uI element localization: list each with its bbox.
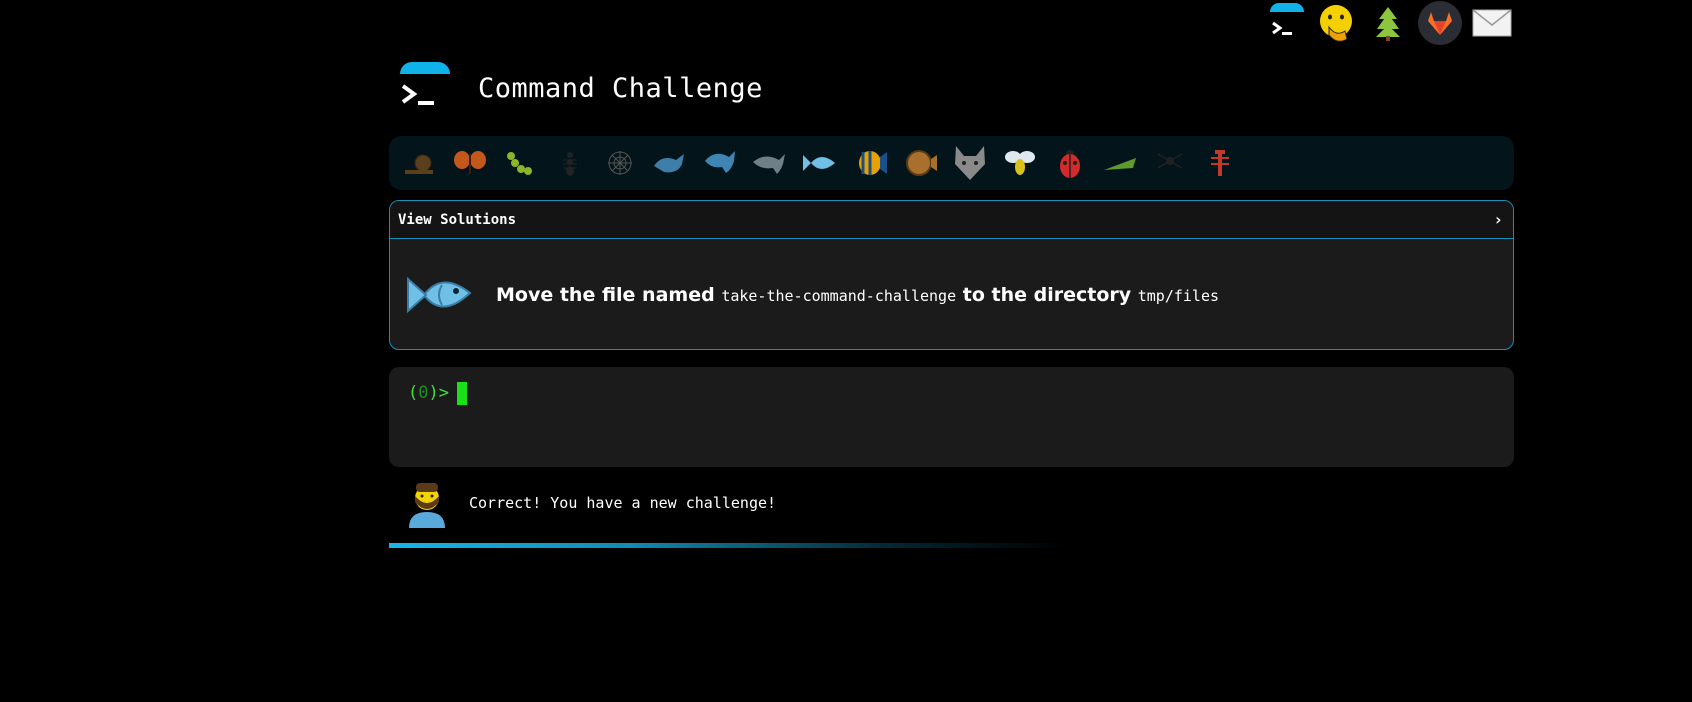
feedback-message: Correct! You have a new challenge! — [469, 494, 777, 512]
challenge-panel: View Solutions › Move the file named tak… — [389, 200, 1514, 350]
view-solutions-label: View Solutions — [398, 211, 517, 228]
chevron-right-icon: › — [1493, 210, 1503, 229]
prompt: (0)> — [408, 383, 449, 403]
top-nav — [1262, 0, 1514, 46]
terminal-cursor — [457, 382, 467, 405]
file-name-code: take-the-command-challenge — [721, 286, 957, 305]
fish-icon — [404, 265, 474, 325]
snail-icon[interactable] — [399, 142, 441, 184]
fish-icon[interactable] — [799, 142, 841, 184]
spider-web-icon[interactable] — [599, 142, 641, 184]
cricket-icon[interactable] — [1099, 142, 1141, 184]
envelope-icon[interactable] — [1470, 1, 1514, 45]
tropical-fish-icon[interactable] — [849, 142, 891, 184]
shark-icon[interactable] — [699, 142, 741, 184]
terminal-icon[interactable] — [1262, 1, 1306, 45]
page-header: Command Challenge — [396, 58, 763, 118]
wolf-icon[interactable] — [949, 142, 991, 184]
dolphin-icon[interactable] — [749, 142, 791, 184]
caterpillar-icon[interactable] — [499, 142, 541, 184]
view-solutions-toggle[interactable]: View Solutions › — [390, 201, 1513, 239]
terminal-input[interactable]: (0)> — [389, 367, 1514, 467]
ladybug-icon[interactable] — [1049, 142, 1091, 184]
spider-icon[interactable] — [1149, 142, 1191, 184]
blowfish-icon[interactable] — [899, 142, 941, 184]
page-title: Command Challenge — [478, 72, 763, 104]
avatar — [409, 483, 445, 528]
prompt-number: 0 — [418, 383, 429, 403]
logo-icon[interactable] — [396, 59, 452, 117]
challenge-text: Move the file named take-the-command-cha… — [496, 283, 1220, 306]
butterfly-icon[interactable] — [449, 142, 491, 184]
tree-icon[interactable] — [1366, 1, 1410, 45]
level-bar — [389, 136, 1514, 190]
whale-icon[interactable] — [649, 142, 691, 184]
progress-bar — [389, 543, 1069, 548]
bee-icon[interactable] — [999, 142, 1041, 184]
scorpion-icon[interactable] — [1199, 142, 1241, 184]
hand-over-mouth-icon[interactable] — [1314, 1, 1358, 45]
ant-icon[interactable] — [549, 142, 591, 184]
gitlab-icon[interactable] — [1418, 1, 1462, 45]
directory-code: tmp/files — [1137, 286, 1220, 305]
feedback: Correct! You have a new challenge! — [405, 478, 776, 528]
